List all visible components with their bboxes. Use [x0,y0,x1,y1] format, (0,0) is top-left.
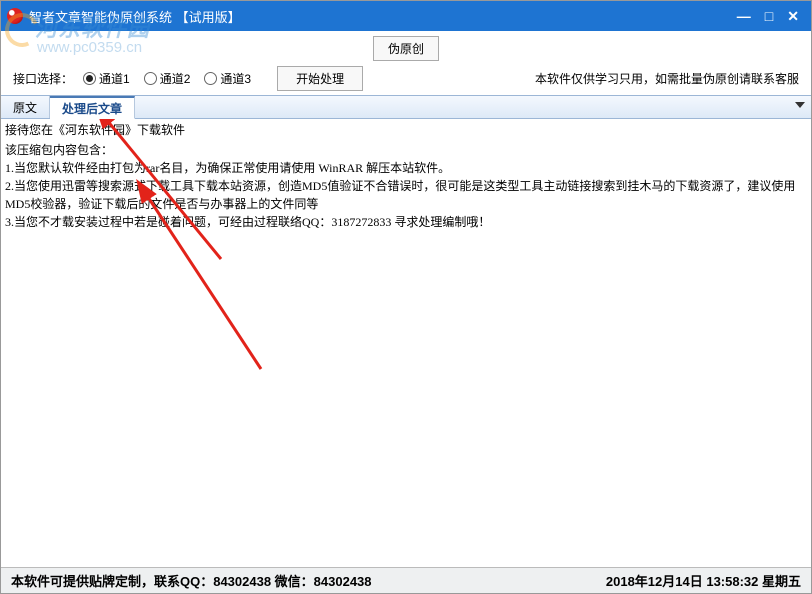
statusbar: 本软件可提供贴牌定制，联系QQ：84302438 微信：84302438 201… [1,567,811,593]
content-area[interactable]: 接待您在《河东软件园》下载软件 该压缩包内容包含： 1.当您默认软件经由打包为r… [1,119,811,559]
radio-channel2[interactable]: 通道2 [144,70,191,87]
content-item2: 2.当您使用迅雷等搜索源式下载工具下载本站资源，创造MD5值验证不合错误时，很可… [5,177,807,213]
toolbar-options: 接口选择： 通道1 通道2 通道3 开始处理 本软件仅供学习只用，如需批量伪原创… [1,61,811,95]
start-process-button[interactable]: 开始处理 [277,66,363,91]
radio-icon [204,72,217,85]
window-controls: — □ ✕ [737,1,807,31]
app-icon [7,8,23,24]
radio-icon [83,72,96,85]
radio-icon [144,72,157,85]
status-contact: 本软件可提供贴牌定制，联系QQ：84302438 微信：84302438 [11,571,372,590]
tab-bar: 原文 处理后文章 [1,95,811,119]
tab-processed[interactable]: 处理后文章 [50,96,135,119]
notice-text: 本软件仅供学习只用，如需批量伪原创请联系客服 [535,70,799,87]
interface-label: 接口选择： [13,70,73,87]
channel-radio-group: 通道1 通道2 通道3 [83,70,251,87]
content-greeting: 接待您在《河东软件园》下载软件 [5,121,807,139]
minimize-button[interactable]: — [737,8,751,24]
status-datetime: 2018年12月14日 13:58:32 星期五 [606,571,801,590]
titlebar: 智者文章智能伪原创系统 【试用版】 — □ ✕ [1,1,811,31]
close-button[interactable]: ✕ [787,8,799,25]
content-item3: 3.当您不才载安装过程中若是碰着问题，可经由过程联络QQ：3187272833 … [5,213,807,231]
tab-original[interactable]: 原文 [1,96,50,118]
fake-original-button[interactable]: 伪原创 [373,36,439,61]
radio-channel3[interactable]: 通道3 [204,70,251,87]
window-title: 智者文章智能伪原创系统 【试用版】 [29,7,241,26]
radio-channel1[interactable]: 通道1 [83,70,130,87]
content-item1: 1.当您默认软件经由打包为rar名目，为确保正常使用请使用 WinRAR 解压本… [5,159,807,177]
maximize-button[interactable]: □ [765,8,773,24]
tab-dropdown-icon[interactable] [795,102,805,108]
content-intro: 该压缩包内容包含： [5,141,807,159]
toolbar-top: 伪原创 [1,31,811,61]
